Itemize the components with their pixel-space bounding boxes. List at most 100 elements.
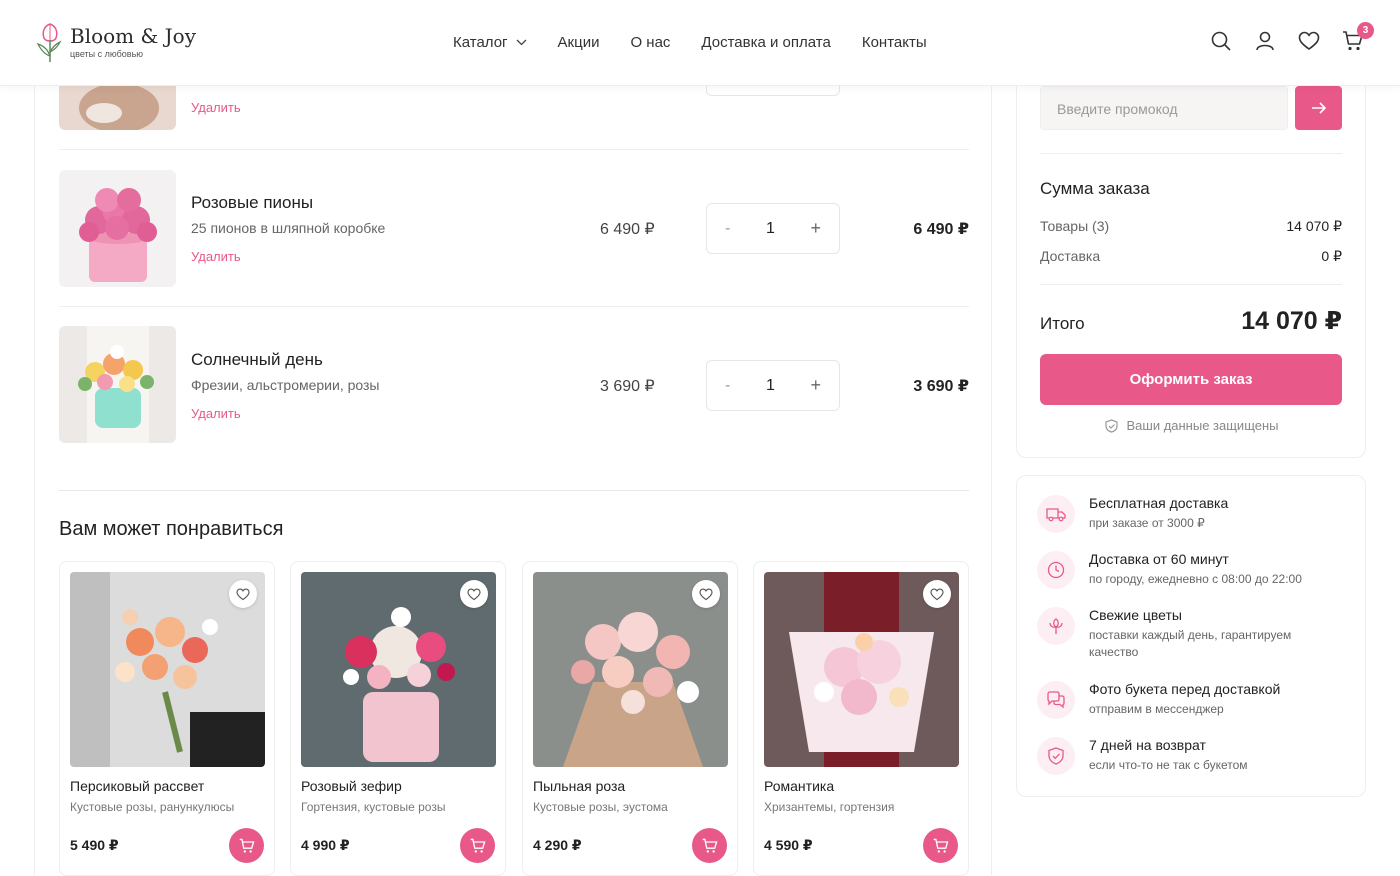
goods-row: Товары (3) 14 070 ₽ [1040, 218, 1342, 235]
product-image[interactable] [764, 572, 959, 767]
divider [1040, 284, 1342, 285]
product-description: Кустовые розы, ранункулюсы [70, 800, 235, 814]
benefit-title: Бесплатная доставка [1089, 495, 1229, 511]
decrease-button[interactable]: - [725, 220, 730, 238]
product-card[interactable]: Розовый зефир Гортензия, кустовые розы 4… [290, 561, 506, 876]
remove-item-link[interactable]: Удалить [191, 406, 241, 421]
add-to-favorites-button[interactable] [692, 580, 720, 608]
chevron-down-icon [516, 39, 526, 46]
add-to-favorites-button[interactable] [229, 580, 257, 608]
benefit-subtitle: если что-то не так с букетом [1089, 758, 1248, 772]
add-to-cart-button[interactable] [460, 828, 495, 863]
apply-promo-button[interactable] [1295, 86, 1342, 130]
cart-item: Розовые пионы 25 пионов в шляпной коробк… [59, 150, 969, 307]
item-name[interactable]: Солнечный день [191, 350, 323, 370]
item-total: 3 690 ₽ [913, 378, 969, 395]
remove-item-link[interactable]: Удалить [191, 249, 241, 264]
nav-label: Контакты [861, 34, 927, 51]
truck-icon [1037, 495, 1075, 533]
nav-label: Акции [557, 34, 600, 51]
benefits-panel: Бесплатная доставка при заказе от 3000 ₽… [1016, 475, 1366, 797]
heart-icon [236, 588, 250, 600]
product-card[interactable]: Романтика Хризантемы, гортензия 4 590 ₽ [753, 561, 969, 876]
nav-label: Каталог [453, 34, 508, 51]
benefit-title: Фото букета перед доставкой [1089, 681, 1281, 697]
product-name[interactable]: Розовый зефир [301, 778, 402, 794]
heart-icon [467, 588, 481, 600]
product-thumbnail[interactable] [59, 326, 176, 443]
increase-button[interactable]: + [810, 218, 821, 239]
product-image[interactable] [533, 572, 728, 767]
product-image[interactable] [70, 572, 265, 767]
product-price: 4 990 ₽ [301, 837, 350, 853]
favorites-button[interactable] [1298, 30, 1320, 52]
heart-icon [1298, 31, 1320, 50]
logo[interactable]: Bloom & Joy цветы с любовью [34, 18, 196, 66]
heart-icon [930, 588, 944, 600]
product-thumbnail[interactable] [59, 170, 176, 287]
nav-item-contacts[interactable]: Контакты [862, 34, 927, 51]
product-card[interactable]: Пыльная роза Кустовые розы, эустома 4 29… [522, 561, 738, 876]
tulip-logo-icon [36, 23, 62, 62]
recommendations-title: Вам может понравиться [59, 518, 284, 540]
item-name[interactable]: Розовые пионы [191, 193, 313, 213]
remove-item-link[interactable]: Удалить [191, 100, 241, 115]
summary-title: Сумма заказа [1040, 179, 1150, 198]
decrease-button[interactable]: - [725, 377, 730, 395]
nav-item-delivery[interactable]: Доставка и оплата [701, 34, 830, 51]
brand-name: Bloom & Joy [70, 24, 197, 48]
secure-note: Ваши данные защищены [1017, 418, 1367, 433]
checkout-button[interactable]: Оформить заказ [1040, 354, 1342, 405]
benefit-subtitle: отправим в мессенджер [1089, 702, 1224, 716]
item-price: 6 490 ₽ [600, 221, 655, 238]
benefit-title: 7 дней на возврат [1089, 737, 1206, 753]
search-button[interactable] [1210, 30, 1232, 52]
cart-panel: Удалить Розовые пионы 25 пионов в шляпно… [34, 13, 992, 876]
divider [1040, 153, 1342, 154]
add-to-favorites-button[interactable] [460, 580, 488, 608]
product-name[interactable]: Романтика [764, 778, 834, 794]
total-label: Итого [1040, 314, 1085, 333]
product-card[interactable]: Персиковый рассвет Кустовые розы, ранунк… [59, 561, 275, 876]
benefit-subtitle: поставки каждый день, гарантируем качест… [1089, 628, 1292, 659]
arrow-right-icon [1311, 102, 1326, 114]
clock-icon [1037, 551, 1075, 589]
total-value: 14 070 ₽ [1241, 307, 1342, 335]
nav-item-about[interactable]: О нас [630, 34, 670, 51]
chat-icon [1037, 681, 1075, 719]
cart-icon [239, 838, 254, 853]
item-total: 6 490 ₽ [913, 221, 969, 238]
divider [59, 490, 969, 491]
search-icon [1211, 31, 1231, 51]
quantity-stepper: - 1 + [706, 203, 840, 254]
nav-label: Доставка и оплата [701, 34, 831, 51]
product-description: Кустовые розы, эустома [533, 800, 668, 814]
product-name[interactable]: Персиковый рассвет [70, 778, 204, 794]
nav-item-promotions[interactable]: Акции [558, 34, 600, 51]
cart-item: Солнечный день Фрезии, альстромерии, роз… [59, 307, 969, 464]
delivery-row: Доставка 0 ₽ [1040, 248, 1342, 265]
cart-icon [470, 838, 485, 853]
shield-icon [1037, 737, 1075, 775]
item-description: Фрезии, альстромерии, розы [191, 377, 380, 393]
increase-button[interactable]: + [810, 375, 821, 396]
main-nav: Каталог Акции О нас Доставка и оплата Ко… [453, 34, 958, 51]
add-to-cart-button[interactable] [923, 828, 958, 863]
add-to-cart-button[interactable] [229, 828, 264, 863]
nav-label: О нас [630, 34, 671, 51]
site-header: Bloom & Joy цветы с любовью Каталог Акци… [0, 0, 1400, 86]
promo-code-input[interactable]: Введите промокод [1040, 86, 1288, 130]
brand-tagline: цветы с любовью [70, 49, 144, 59]
shield-icon [1105, 418, 1119, 433]
benefit-title: Свежие цветы [1089, 607, 1182, 623]
delivery-label: Доставка [1040, 248, 1101, 264]
goods-label: Товары (3) [1040, 218, 1110, 234]
product-image[interactable] [301, 572, 496, 767]
cart-icon [933, 838, 948, 853]
add-to-favorites-button[interactable] [923, 580, 951, 608]
account-button[interactable] [1254, 30, 1276, 52]
product-name[interactable]: Пыльная роза [533, 778, 625, 794]
nav-item-catalog[interactable]: Каталог [453, 34, 527, 51]
add-to-cart-button[interactable] [692, 828, 727, 863]
cart-button[interactable]: 3 [1342, 22, 1374, 52]
